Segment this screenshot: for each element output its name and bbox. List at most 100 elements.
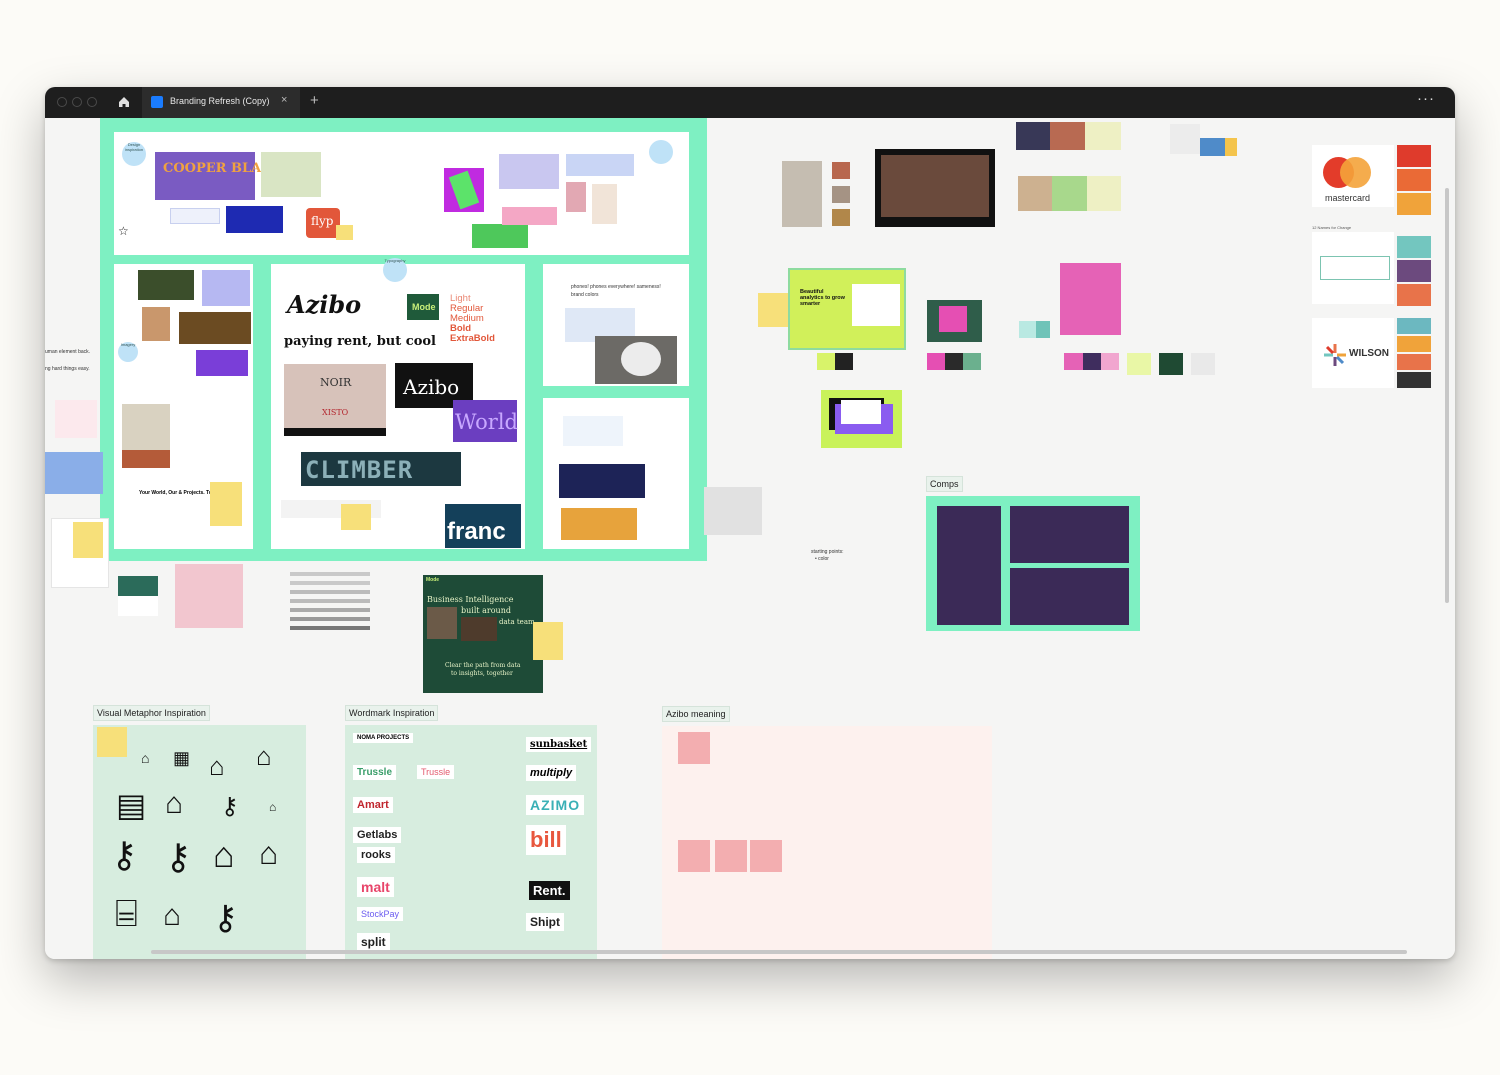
sticky-note[interactable]: [341, 504, 371, 530]
geometric-logos-card[interactable]: [1312, 232, 1394, 304]
wordmark-rent[interactable]: Rent.: [529, 881, 570, 900]
magenta-card[interactable]: [444, 168, 484, 212]
inspiration-panel-top[interactable]: Design inspiration COOPER BLACK flyp ☆: [114, 132, 689, 255]
comps-frame[interactable]: [926, 496, 1140, 631]
green-ui-thumb[interactable]: [472, 224, 528, 248]
sticky-note[interactable]: [758, 293, 788, 327]
azibo-meaning-section[interactable]: [662, 726, 992, 959]
photo[interactable]: [142, 307, 170, 341]
skater-illustration[interactable]: [175, 564, 243, 628]
ui-thumb-6[interactable]: [502, 207, 557, 225]
product-photo[interactable]: [261, 152, 321, 197]
minimize-window-button[interactable]: [72, 97, 82, 107]
imagery-bubble[interactable]: Imagery: [118, 342, 138, 362]
wordmark-trussle-alt[interactable]: Trussle: [417, 765, 455, 779]
ui-thumb-4[interactable]: [566, 182, 586, 212]
world-card[interactable]: World: [453, 400, 518, 442]
wordmark-split[interactable]: split: [357, 933, 390, 951]
wordmark-multiply[interactable]: multiply: [526, 765, 577, 781]
more-menu-button[interactable]: ···: [1417, 90, 1435, 107]
wordmark-noma[interactable]: NOMA PROJECTS: [353, 733, 414, 743]
wordmark-rooks[interactable]: rooks: [357, 847, 395, 863]
wordmark-amart[interactable]: Amart: [353, 797, 393, 813]
typography-bubble[interactable]: Typography: [383, 258, 407, 282]
dog-photo[interactable]: [595, 336, 677, 384]
typography-panel[interactable]: Typography Azibo Mode Light Regular Medi…: [271, 258, 525, 549]
close-tab-button[interactable]: ×: [281, 94, 287, 106]
photo[interactable]: [196, 350, 248, 376]
ui-thumb-3[interactable]: [566, 154, 634, 176]
sticky-note-pink[interactable]: [678, 732, 710, 764]
ui-thumb[interactable]: [563, 416, 623, 446]
home-icon[interactable]: [117, 95, 131, 109]
wordmark-azimo[interactable]: AZIMO: [526, 795, 585, 815]
design-bubble[interactable]: Design inspiration: [122, 142, 146, 166]
wordmark-bill[interactable]: bill: [526, 825, 566, 855]
cooper-black-card[interactable]: COOPER BLACK: [155, 152, 283, 200]
wordmark-section[interactable]: NOMA PROJECTS Trussle Trussle Amart Getl…: [345, 725, 597, 959]
ui-panel[interactable]: [543, 398, 689, 549]
photo[interactable]: [179, 312, 251, 344]
purple-logo-card[interactable]: [821, 390, 902, 448]
business-intel-card[interactable]: Mode Business Intelligence built around …: [423, 575, 543, 693]
sticky-note-pink[interactable]: [750, 840, 782, 872]
wordmark-trussle[interactable]: Trussle: [353, 765, 397, 780]
star-outline-icon[interactable]: ☆: [118, 225, 129, 237]
noir-card[interactable]: NOIR XISTO: [284, 364, 386, 432]
collage-strip[interactable]: [122, 450, 170, 468]
sticky-note[interactable]: [533, 622, 563, 660]
zoom-window-button[interactable]: [87, 97, 97, 107]
photo[interactable]: [138, 270, 194, 300]
visual-metaphor-label[interactable]: Visual Metaphor Inspiration: [93, 705, 210, 721]
whiteboard-canvas[interactable]: Design inspiration COOPER BLACK flyp ☆ Y…: [45, 118, 1455, 959]
sticky-note[interactable]: [73, 522, 103, 558]
comps-label[interactable]: Comps: [926, 476, 963, 492]
storefront-photo[interactable]: [782, 161, 822, 227]
imagery-panel[interactable]: Your World, Our & Projects. Together. Im…: [114, 264, 253, 549]
wordmark-getlabs[interactable]: Getlabs: [353, 827, 402, 843]
mode-logo-card[interactable]: Mode: [407, 294, 439, 320]
comp-top[interactable]: [1010, 506, 1129, 563]
illustration[interactable]: [55, 400, 97, 438]
wordmark-malt[interactable]: malt: [357, 877, 394, 897]
sticky-note[interactable]: [336, 225, 353, 240]
note-bubble[interactable]: [649, 140, 673, 164]
ui-thumb-5[interactable]: [592, 184, 617, 224]
visual-metaphor-section[interactable]: ⌂ ▦ ⌂ ⌂ ▤ ⌂ ⚷ ⌂ ⚷ ⚷ ⌂ ⌂ ⌸ ⌂ ⚷: [93, 725, 306, 959]
wordmark-label[interactable]: Wordmark Inspiration: [345, 705, 439, 721]
ui-thumb-2[interactable]: [499, 154, 559, 189]
hero-screenshot[interactable]: [875, 149, 995, 227]
wilson-card[interactable]: WILSON: [1312, 318, 1394, 388]
wordmark-shipt[interactable]: Shipt: [526, 913, 564, 931]
pink-photo[interactable]: [1060, 263, 1121, 335]
ui-thumb-dark[interactable]: [559, 464, 645, 498]
azibo-meaning-label[interactable]: Azibo meaning: [662, 706, 730, 722]
phones-panel[interactable]: phones! phones everywhere! sameness! bra…: [543, 264, 689, 386]
close-window-button[interactable]: [57, 97, 67, 107]
climber-card[interactable]: CLIMBER: [301, 452, 461, 486]
comp-bottom[interactable]: [1010, 568, 1129, 625]
sticky-note[interactable]: [210, 482, 242, 526]
illustration[interactable]: [45, 452, 103, 494]
blue-card[interactable]: [226, 206, 283, 233]
mastercard-card[interactable]: mastercard: [1312, 145, 1394, 207]
wordmark-sunbasket[interactable]: sunbasket: [526, 737, 592, 752]
new-tab-button[interactable]: +: [310, 92, 319, 109]
vertical-scrollbar[interactable]: [1445, 188, 1449, 603]
horizontal-scrollbar[interactable]: [151, 950, 1407, 954]
photo[interactable]: [704, 487, 762, 535]
sticky-note-pink[interactable]: [715, 840, 747, 872]
tab-branding-refresh[interactable]: Branding Refresh (Copy) ×: [142, 87, 300, 118]
sticky-note-pink[interactable]: [678, 840, 710, 872]
wordmark-stockpay[interactable]: StockPay: [357, 907, 404, 921]
analytics-card[interactable]: Beautiful analytics to grow smarter: [788, 268, 906, 350]
card[interactable]: [118, 576, 158, 616]
moodboard-frame[interactable]: Design inspiration COOPER BLACK flyp ☆ Y…: [100, 118, 762, 561]
sticky-note[interactable]: [97, 727, 127, 757]
franc-card[interactable]: franc: [445, 504, 521, 548]
photo[interactable]: [202, 270, 250, 306]
ui-thumb[interactable]: [170, 208, 220, 224]
flyp-card[interactable]: flyp: [306, 208, 340, 238]
leopard-card[interactable]: [927, 300, 982, 342]
ui-thumb-orange[interactable]: [561, 508, 637, 540]
